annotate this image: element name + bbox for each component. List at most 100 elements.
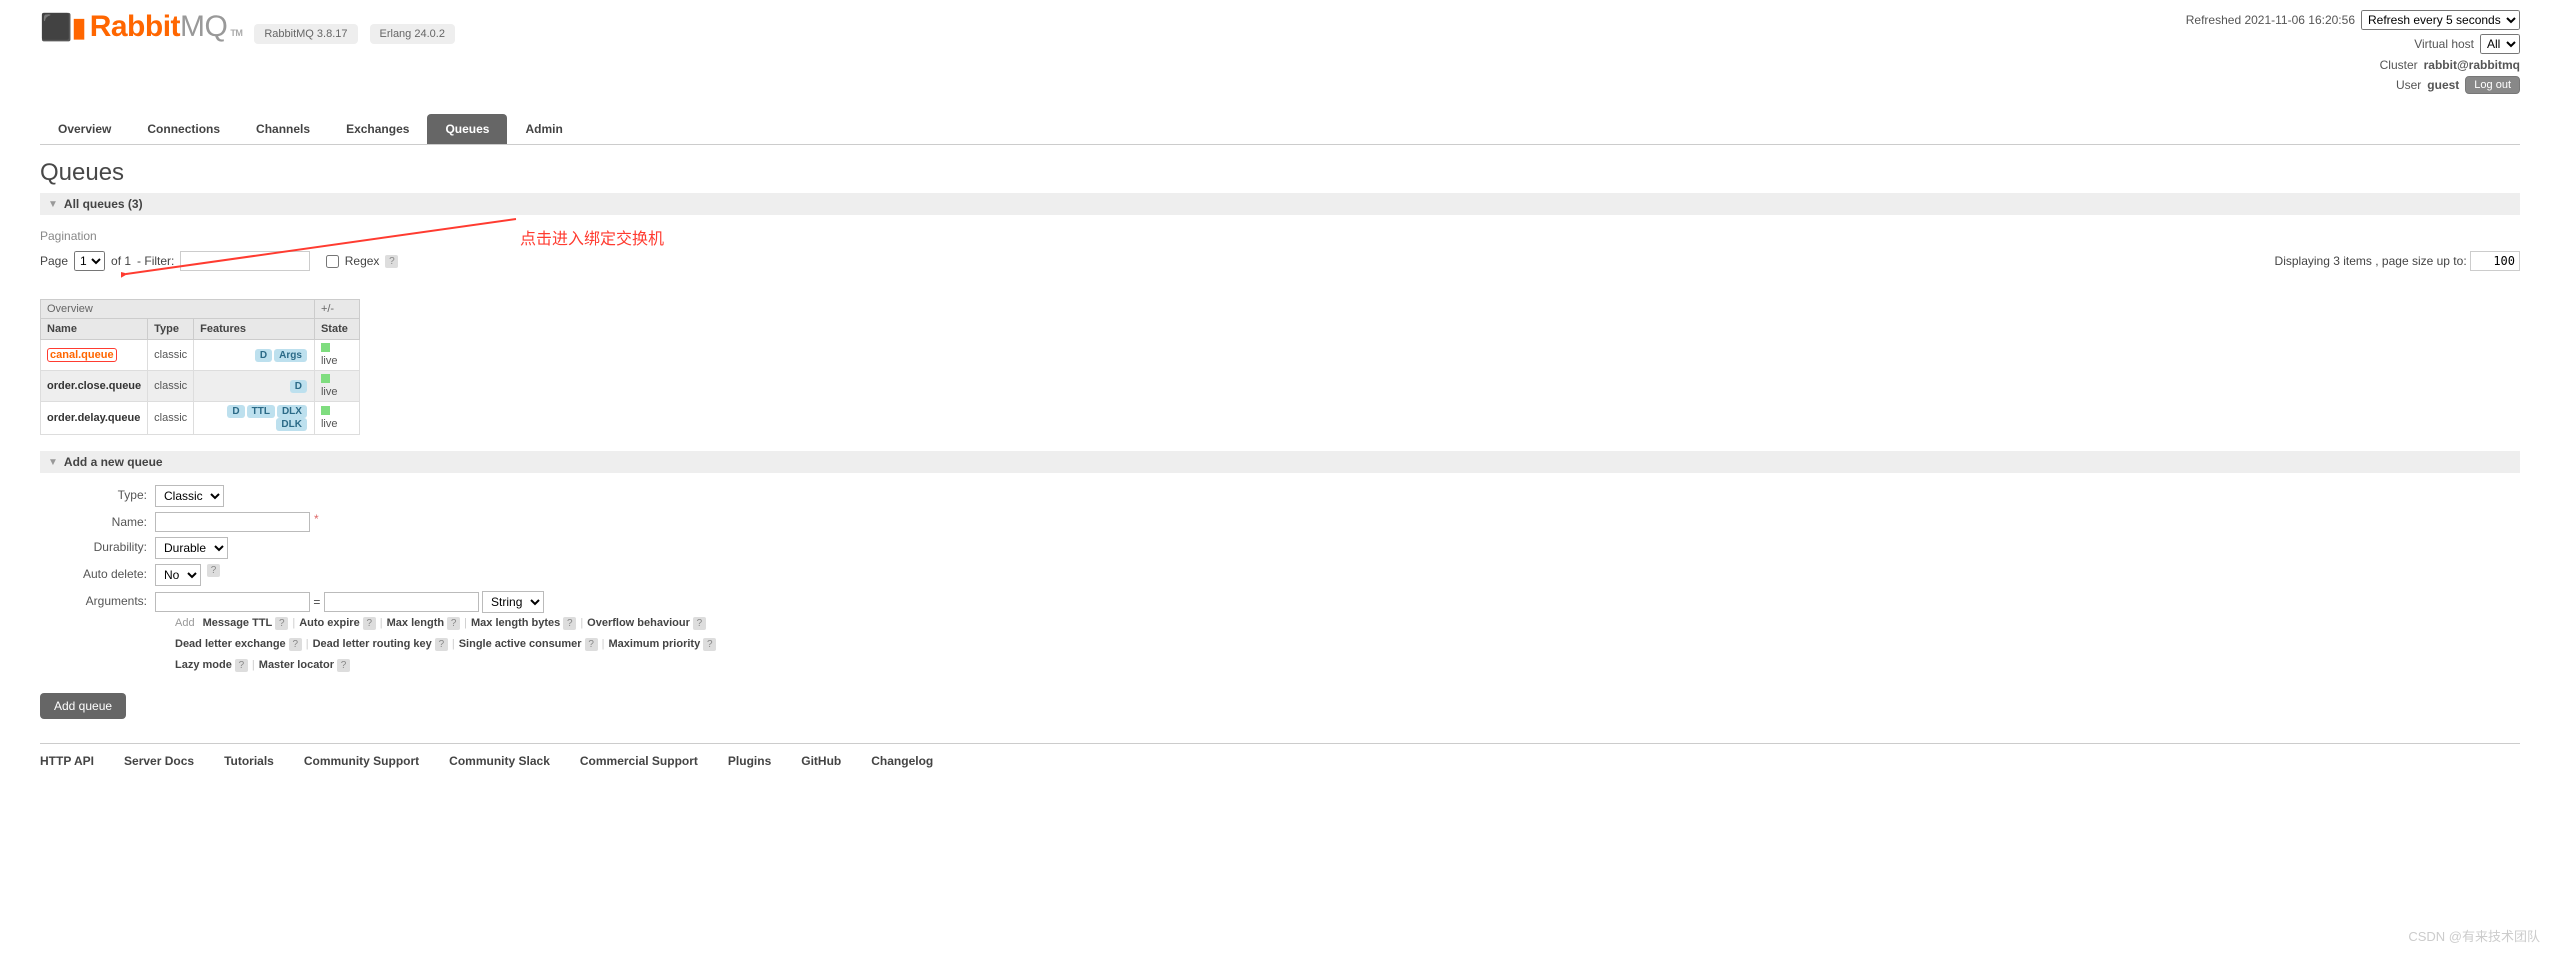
arg-hint-link[interactable]: Max length <box>387 617 444 629</box>
col-features[interactable]: Features <box>194 319 315 340</box>
col-state[interactable]: State <box>314 319 359 340</box>
arg-hint-link[interactable]: Single active consumer <box>459 638 582 650</box>
col-group-overview[interactable]: Overview <box>41 300 315 319</box>
arguments-label: Arguments: <box>40 591 155 608</box>
footer-link[interactable]: Server Docs <box>124 754 194 768</box>
cluster-label: Cluster <box>2380 58 2418 72</box>
queue-features: D <box>194 371 315 402</box>
queue-state: live <box>314 340 359 371</box>
help-icon[interactable]: ? <box>385 255 398 268</box>
help-icon[interactable]: ? <box>563 617 576 630</box>
queue-type: classic <box>148 371 194 402</box>
arg-key-input[interactable] <box>155 592 310 612</box>
arg-hint-link[interactable]: Auto expire <box>299 617 360 629</box>
vhost-select[interactable]: All <box>2480 34 2520 54</box>
type-select[interactable]: Classic <box>155 485 224 507</box>
footer-link[interactable]: Tutorials <box>224 754 274 768</box>
required-mark: * <box>314 512 319 526</box>
autodelete-select[interactable]: No <box>155 564 201 586</box>
help-icon[interactable]: ? <box>337 659 350 672</box>
arg-hint-link[interactable]: Dead letter routing key <box>313 638 432 650</box>
help-icon[interactable]: ? <box>693 617 706 630</box>
page-size-input[interactable] <box>2470 251 2520 271</box>
page-of: of 1 <box>111 254 131 268</box>
refresh-interval-select[interactable]: Refresh every 5 seconds <box>2361 10 2520 30</box>
footer-link[interactable]: Community Slack <box>449 754 550 768</box>
queue-features: DTTLDLXDLK <box>194 402 315 435</box>
tab-connections[interactable]: Connections <box>129 114 238 144</box>
version-rabbitmq: RabbitMQ 3.8.17 <box>254 24 357 44</box>
arg-hint-link[interactable]: Max length bytes <box>471 617 560 629</box>
arg-hint-link[interactable]: Master locator <box>259 659 334 671</box>
feature-badge: TTL <box>247 405 275 418</box>
tab-channels[interactable]: Channels <box>238 114 328 144</box>
help-icon[interactable]: ? <box>703 638 716 651</box>
tab-queues[interactable]: Queues <box>427 114 507 144</box>
help-icon[interactable]: ? <box>435 638 448 651</box>
tab-overview[interactable]: Overview <box>40 114 129 144</box>
arg-hint-link[interactable]: Maximum priority <box>609 638 701 650</box>
regex-label: Regex <box>345 254 380 268</box>
tab-admin[interactable]: Admin <box>507 114 580 144</box>
arg-hint-link[interactable]: Lazy mode <box>175 659 232 671</box>
footer-link[interactable]: HTTP API <box>40 754 94 768</box>
arg-hint-link[interactable]: Overflow behaviour <box>587 617 690 629</box>
watermark: CSDN @有来技术团队 <box>2408 926 2540 945</box>
section-all-queues[interactable]: ▼ All queues (3) <box>40 193 2520 215</box>
queue-name-link[interactable]: order.close.queue <box>41 371 148 402</box>
rabbit-icon: ⬛▮ <box>40 12 86 43</box>
help-icon[interactable]: ? <box>207 564 220 577</box>
col-group-toggle[interactable]: +/- <box>314 300 359 319</box>
footer-link[interactable]: Plugins <box>728 754 771 768</box>
col-name[interactable]: Name <box>41 319 148 340</box>
filter-input[interactable] <box>180 251 310 271</box>
queue-name-link[interactable]: order.delay.queue <box>41 402 148 435</box>
add-queue-button[interactable]: Add queue <box>40 693 126 719</box>
regex-checkbox[interactable] <box>326 255 339 268</box>
cluster-value: rabbit@rabbitmq <box>2424 58 2520 72</box>
arg-type-select[interactable]: String <box>482 591 544 613</box>
page-select[interactable]: 1 <box>74 251 105 271</box>
durability-select[interactable]: Durable <box>155 537 228 559</box>
help-icon[interactable]: ? <box>289 638 302 651</box>
add-queue-label: Add a new queue <box>64 455 163 469</box>
help-icon[interactable]: ? <box>585 638 598 651</box>
logo-text2: MQ <box>180 10 227 44</box>
feature-badge: D <box>290 380 307 393</box>
type-label: Type: <box>40 485 155 502</box>
status-dot-icon <box>321 343 330 352</box>
section-add-queue[interactable]: ▼ Add a new queue <box>40 451 2520 473</box>
help-icon[interactable]: ? <box>447 617 460 630</box>
help-icon[interactable]: ? <box>363 617 376 630</box>
logo-tm: TM <box>230 28 242 38</box>
arg-hint-link[interactable]: Dead letter exchange <box>175 638 286 650</box>
queue-name-link[interactable]: canal.queue <box>41 340 148 371</box>
version-erlang: Erlang 24.0.2 <box>370 24 455 44</box>
table-row: order.delay.queueclassicDTTLDLXDLK live <box>41 402 360 435</box>
feature-badge: DLX <box>277 405 307 418</box>
name-input[interactable] <box>155 512 310 532</box>
arg-val-input[interactable] <box>324 592 479 612</box>
feature-badge: Args <box>274 349 307 362</box>
col-type[interactable]: Type <box>148 319 194 340</box>
tab-exchanges[interactable]: Exchanges <box>328 114 427 144</box>
queue-type: classic <box>148 340 194 371</box>
autodelete-label: Auto delete: <box>40 564 155 581</box>
footer-link[interactable]: Changelog <box>871 754 933 768</box>
table-row: order.close.queueclassicD live <box>41 371 360 402</box>
page-label: Page <box>40 254 68 268</box>
footer-link[interactable]: GitHub <box>801 754 841 768</box>
logo-text1: Rabbit <box>90 10 180 44</box>
display-count: Displaying 3 items , page size up to: <box>2275 254 2467 268</box>
user-value: guest <box>2427 78 2459 92</box>
help-icon[interactable]: ? <box>235 659 248 672</box>
help-icon[interactable]: ? <box>275 617 288 630</box>
footer-link[interactable]: Commercial Support <box>580 754 698 768</box>
status-dot-icon <box>321 406 330 415</box>
logo-block: ⬛▮ RabbitMQ TM RabbitMQ 3.8.17 Erlang 24… <box>40 10 455 44</box>
logout-button[interactable]: Log out <box>2465 76 2520 94</box>
arg-hint-link[interactable]: Message TTL <box>203 617 273 629</box>
logo[interactable]: ⬛▮ RabbitMQ TM <box>40 10 242 44</box>
vhost-label: Virtual host <box>2414 37 2474 51</box>
footer-link[interactable]: Community Support <box>304 754 419 768</box>
